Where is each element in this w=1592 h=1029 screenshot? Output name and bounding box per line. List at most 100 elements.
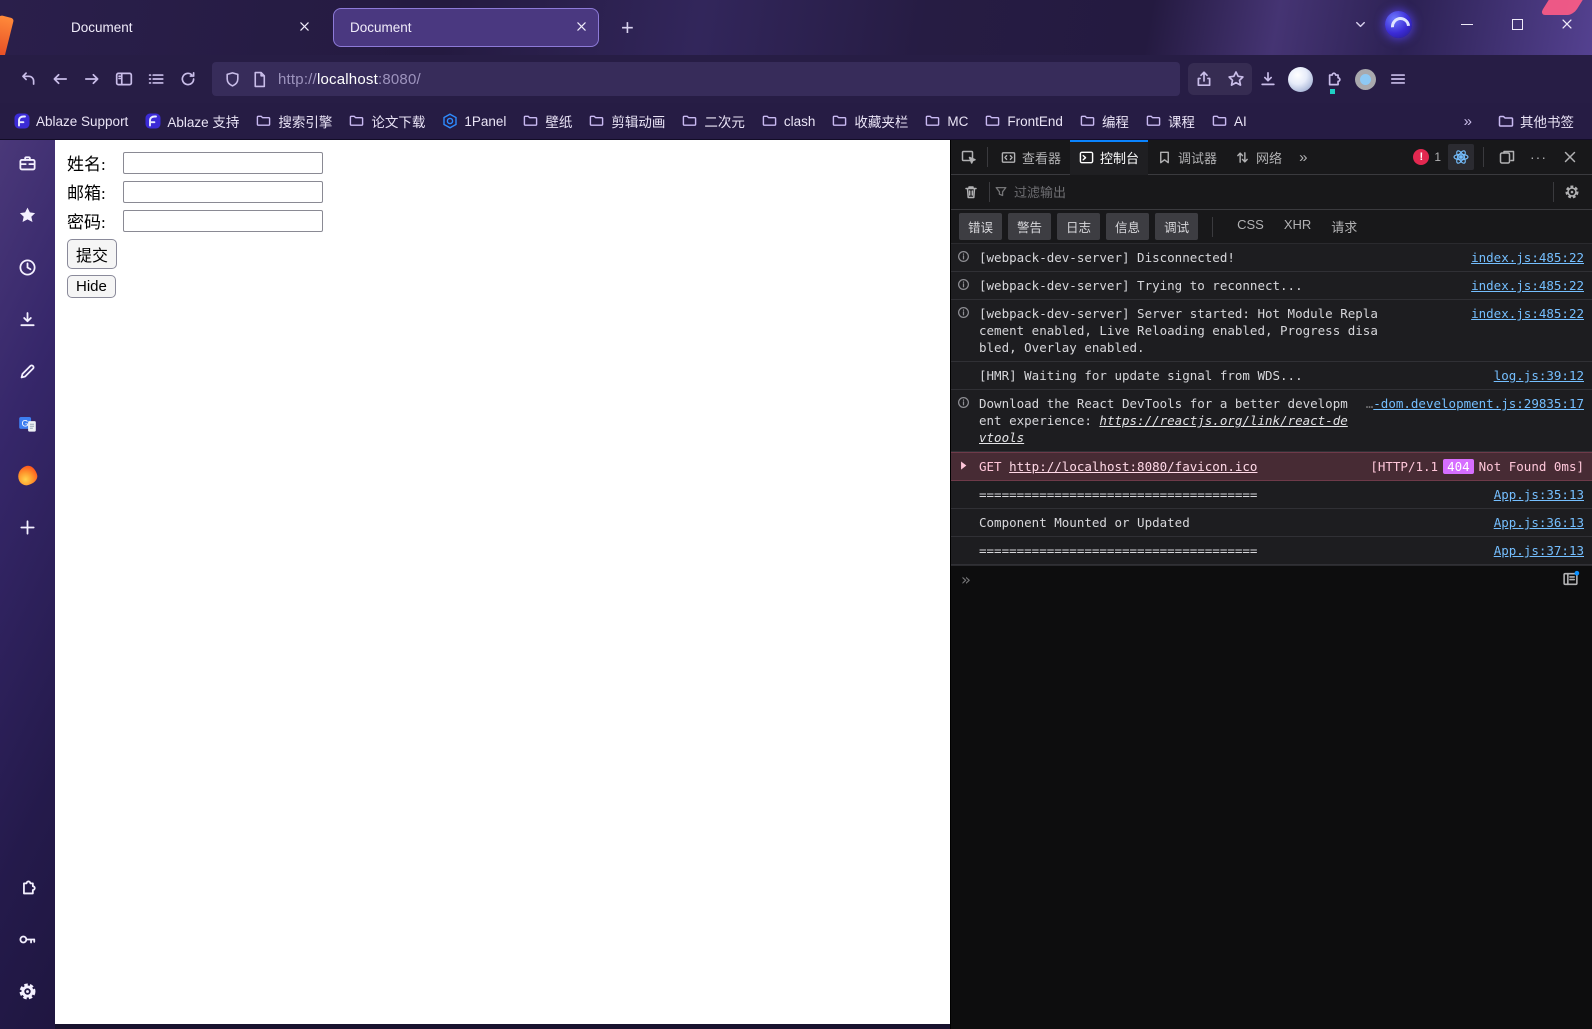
bookmark-item[interactable]: Ablaze 支持 (145, 111, 239, 131)
console-settings-button[interactable] (1558, 178, 1586, 206)
account-icon[interactable] (1355, 69, 1376, 90)
source-location-link[interactable]: index.js:485:22 (1471, 306, 1584, 321)
bookmark-item[interactable]: 编程 (1080, 111, 1129, 131)
name-input[interactable] (123, 152, 323, 174)
devtools-more-tabs-button[interactable]: » (1291, 149, 1315, 166)
hamburger-menu-icon (1389, 70, 1407, 88)
devtools-tab-console[interactable]: 控制台 (1070, 140, 1148, 175)
devtools-tab-debugger[interactable]: 调试器 (1148, 140, 1226, 175)
log-text: ===================================== (979, 543, 1257, 558)
url-bar[interactable]: http://localhost:8080/ (212, 62, 1180, 96)
source-location-link[interactable]: index.js:485:22 (1471, 250, 1584, 265)
other-bookmarks-folder[interactable]: 其他书签 (1498, 111, 1574, 131)
bookmark-item[interactable]: 1Panel (442, 113, 506, 129)
react-devtools-button[interactable] (1448, 144, 1474, 170)
bookmark-item[interactable]: 二次元 (682, 111, 745, 131)
console-type-filter[interactable]: 请求 (1331, 217, 1357, 236)
source-location-link[interactable]: App.js:35:13 (1494, 487, 1584, 502)
bookmark-item[interactable]: 论文下载 (349, 111, 425, 131)
console-level-filter-button[interactable]: 警告 (1008, 213, 1051, 240)
console-type-filter[interactable]: XHR (1284, 217, 1311, 236)
bookmark-item[interactable]: 搜索引擎 (256, 111, 332, 131)
bookmark-item[interactable]: Ablaze Support (14, 113, 128, 129)
forward-button[interactable] (76, 63, 108, 95)
console-level-filter-button[interactable]: 信息 (1106, 213, 1149, 240)
downloads-button[interactable] (1252, 63, 1284, 95)
bookmark-item[interactable]: 壁纸 (523, 111, 572, 131)
split-console-button[interactable] (1562, 570, 1582, 590)
bookmark-item[interactable]: clash (762, 113, 816, 129)
devtools-menu-button[interactable]: ··· (1526, 149, 1551, 165)
minimize-button[interactable] (1442, 0, 1492, 48)
new-tab-button[interactable]: + (611, 9, 644, 47)
message-source: [HTTP/1.1404Not Found 0ms] (1358, 458, 1584, 475)
add-panel-button[interactable] (14, 513, 42, 541)
tab-close-button[interactable] (575, 20, 588, 36)
bookmark-page-button[interactable] (1220, 63, 1252, 95)
close-window-button[interactable] (1542, 0, 1592, 48)
share-button[interactable] (1188, 63, 1220, 95)
responsive-design-mode-button[interactable] (1493, 143, 1521, 171)
settings-button[interactable] (14, 977, 42, 1005)
devtools-tab-network[interactable]: 网络 (1226, 140, 1291, 175)
request-url-link[interactable]: http://localhost:8080/favicon.ico (1009, 459, 1257, 474)
console-input-row[interactable]: » (951, 565, 1592, 593)
pick-element-button[interactable] (955, 143, 983, 171)
folder-icon (1146, 113, 1162, 129)
passwords-button[interactable] (14, 925, 42, 953)
submit-button[interactable]: 提交 (67, 239, 117, 269)
console-filter-input[interactable] (1014, 185, 1549, 200)
password-input[interactable] (123, 210, 323, 232)
reading-list-button[interactable] (140, 63, 172, 95)
browser-tab-active[interactable]: Document (333, 8, 599, 47)
translate-button[interactable]: G (14, 409, 42, 437)
sidebar-toggle-button[interactable] (108, 63, 140, 95)
add-panel-icon (18, 518, 37, 537)
source-location-link[interactable]: -dom.development.js:29835:17 (1373, 396, 1584, 411)
hide-button[interactable]: Hide (67, 275, 116, 298)
bookmark-item[interactable]: 剪辑动画 (589, 111, 665, 131)
console-level-filter-button[interactable]: 调试 (1155, 213, 1198, 240)
bookmark-item[interactable]: 课程 (1146, 111, 1195, 131)
message-icon-cell (957, 542, 979, 543)
message-source: index.js:485:22 (1459, 277, 1584, 294)
close-devtools-button[interactable] (1556, 143, 1584, 171)
bookmark-item[interactable]: AI (1212, 113, 1247, 129)
bookmark-item[interactable]: FrontEnd (985, 113, 1063, 129)
console-message: [webpack-dev-server] Trying to reconnect… (951, 272, 1592, 300)
downloads-button[interactable] (14, 305, 42, 333)
email-input[interactable] (123, 181, 323, 203)
container-avatar[interactable] (1288, 67, 1313, 92)
console-level-filter-button[interactable]: 错误 (959, 213, 1002, 240)
flame-button[interactable] (14, 461, 42, 489)
clear-console-button[interactable] (957, 178, 985, 206)
list-all-tabs-button[interactable] (1343, 7, 1377, 41)
browser-sidebar: G (0, 140, 55, 1029)
undo-close-tab-button[interactable] (12, 63, 44, 95)
reload-button[interactable] (172, 63, 204, 95)
app-menu-button[interactable] (1382, 63, 1414, 95)
bookmarks-overflow-button[interactable]: » (1456, 113, 1498, 130)
back-button[interactable] (44, 63, 76, 95)
bookmark-item[interactable]: MC (925, 113, 968, 129)
console-level-filter-button[interactable]: 日志 (1057, 213, 1100, 240)
source-location-link[interactable]: index.js:485:22 (1471, 278, 1584, 293)
notes-button[interactable] (14, 357, 42, 385)
history-button[interactable] (14, 253, 42, 281)
bookmark-label: 搜索引擎 (278, 111, 332, 131)
bookmark-item[interactable]: 收藏夹栏 (832, 111, 908, 131)
source-location-link[interactable]: App.js:37:13 (1494, 543, 1584, 558)
browser-tab[interactable]: Document (55, 8, 321, 47)
bookmarks-star-button[interactable] (14, 201, 42, 229)
toolbox-button[interactable] (14, 149, 42, 177)
source-location-link[interactable]: App.js:36:13 (1494, 515, 1584, 530)
source-location-link[interactable]: log.js:39:12 (1494, 368, 1584, 383)
panel-icon (442, 113, 458, 129)
maximize-button[interactable] (1492, 0, 1542, 48)
extensions-button[interactable] (14, 873, 42, 901)
folder-icon (1498, 113, 1514, 129)
tab-close-button[interactable] (298, 20, 311, 36)
devtools-tab-inspector[interactable]: 查看器 (992, 140, 1070, 175)
extensions-button[interactable] (1317, 63, 1349, 95)
console-type-filter[interactable]: CSS (1237, 217, 1264, 236)
